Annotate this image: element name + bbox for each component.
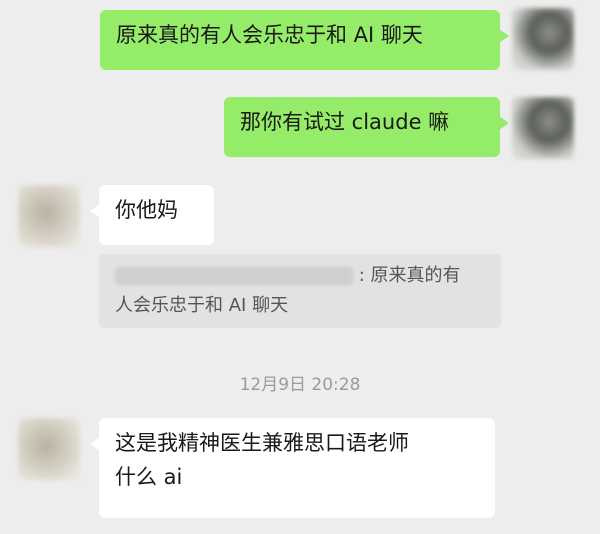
outgoing-message-bubble[interactable]: 原来真的有人会乐忠于和 AI 聊天 (100, 10, 509, 70)
redacted-sender-name (115, 267, 353, 285)
quote-separator: : (358, 265, 365, 286)
message-text: 原来真的有人会乐忠于和 AI 聊天 (116, 23, 423, 47)
quoted-message-line-1: : 原来真的有 (115, 261, 485, 291)
message-timestamp: 12月9日 20:28 (239, 375, 361, 395)
contact-avatar[interactable] (18, 418, 80, 480)
user-avatar[interactable] (512, 97, 574, 159)
message-text: 你他妈 (115, 198, 178, 222)
message-text-line-1: 这是我精神医生兼雅思口语老师 (115, 431, 409, 455)
incoming-message-bubble[interactable]: 你他妈 (90, 185, 214, 245)
quoted-message[interactable]: : 原来真的有 人会乐忠于和 AI 聊天 (99, 254, 501, 328)
quote-text: 人会乐忠于和 AI 聊天 (115, 295, 289, 316)
outgoing-message-bubble[interactable]: 那你有试过 claude 嘛 (224, 97, 509, 157)
quoted-message-line-2: 人会乐忠于和 AI 聊天 (115, 291, 485, 321)
incoming-message-bubble[interactable]: 这是我精神医生兼雅思口语老师 什么 ai (90, 418, 495, 518)
quote-text: 原来真的有 (370, 265, 461, 286)
contact-avatar[interactable] (18, 185, 80, 247)
message-text-line-2: 什么 ai (115, 465, 183, 489)
user-avatar[interactable] (512, 8, 574, 70)
message-text: 那你有试过 claude 嘛 (240, 110, 450, 134)
